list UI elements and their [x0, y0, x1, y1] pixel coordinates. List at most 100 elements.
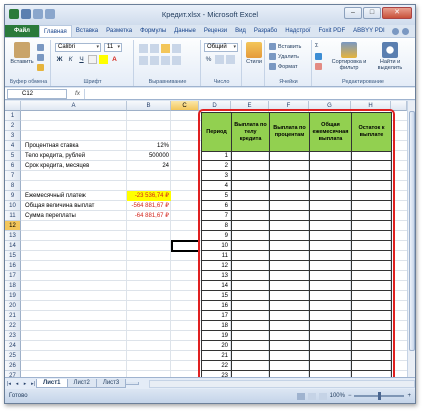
paste-button[interactable]: Вставить: [10, 42, 34, 65]
page-layout-icon[interactable]: [307, 392, 316, 400]
column-header-b[interactable]: B: [127, 101, 171, 111]
percent-button[interactable]: %: [204, 55, 213, 64]
tab-file[interactable]: Файл: [5, 25, 39, 37]
maximize-button[interactable]: □: [363, 7, 381, 19]
decrease-decimal-icon[interactable]: [226, 55, 235, 64]
row-header[interactable]: 12: [5, 221, 21, 231]
number-format-select[interactable]: Общий: [204, 43, 238, 52]
vertical-scrollbar[interactable]: [407, 101, 415, 377]
delete-cells-button[interactable]: Удалить: [269, 53, 299, 60]
row-header[interactable]: 7: [5, 171, 21, 181]
select-all-corner[interactable]: [5, 101, 21, 111]
row-header[interactable]: 26: [5, 361, 21, 371]
tab-home[interactable]: Главная: [38, 25, 72, 37]
help-icon[interactable]: [402, 27, 409, 35]
row-header[interactable]: 16: [5, 261, 21, 271]
row-header[interactable]: 6: [5, 161, 21, 171]
row-header[interactable]: 17: [5, 271, 21, 281]
horizontal-scrollbar[interactable]: [149, 379, 415, 388]
bold-button[interactable]: Ж: [55, 55, 64, 64]
font-size-select[interactable]: 11: [104, 43, 122, 52]
align-center-icon[interactable]: [150, 56, 159, 65]
align-top-icon[interactable]: [139, 44, 148, 53]
row-header[interactable]: 20: [5, 301, 21, 311]
collapse-ribbon-icon[interactable]: [392, 27, 399, 35]
align-bottom-icon[interactable]: [161, 44, 170, 53]
active-cell-c12[interactable]: [171, 240, 200, 252]
tab-addins[interactable]: Надстрої: [281, 25, 314, 37]
align-middle-icon[interactable]: [150, 44, 159, 53]
format-cells-button[interactable]: Формат: [269, 63, 298, 70]
insert-cells-button[interactable]: Вставить: [269, 43, 301, 50]
row-header[interactable]: 24: [5, 341, 21, 351]
increase-decimal-icon[interactable]: [215, 55, 224, 64]
row-header[interactable]: 23: [5, 331, 21, 341]
sheet-tab-1[interactable]: Лист1: [36, 379, 68, 388]
close-button[interactable]: ✕: [382, 7, 412, 19]
styles-button[interactable]: Стили: [244, 42, 264, 65]
cut-icon[interactable]: [37, 44, 44, 51]
tab-foxit[interactable]: Foxit PDF: [314, 25, 349, 37]
row-header[interactable]: 15: [5, 251, 21, 261]
tab-data[interactable]: Данные: [170, 25, 200, 37]
name-box[interactable]: C12: [7, 88, 67, 99]
row-header[interactable]: 2: [5, 121, 21, 131]
first-sheet-icon[interactable]: |◂: [5, 381, 13, 387]
copy-icon[interactable]: [37, 54, 44, 61]
zoom-in-icon[interactable]: +: [407, 393, 411, 399]
tab-review[interactable]: Рецензи: [200, 25, 231, 37]
sheet-tab-2[interactable]: Лист2: [66, 379, 97, 388]
minimize-button[interactable]: –: [344, 7, 362, 19]
row-header[interactable]: 3: [5, 131, 21, 141]
italic-button[interactable]: К: [66, 55, 75, 64]
format-painter-icon[interactable]: [37, 64, 44, 71]
align-right-icon[interactable]: [161, 56, 170, 65]
row-header[interactable]: 9: [5, 191, 21, 201]
row-header[interactable]: 11: [5, 211, 21, 221]
new-sheet-icon[interactable]: [125, 382, 140, 385]
prev-sheet-icon[interactable]: ◂: [13, 381, 21, 387]
tab-view[interactable]: Вид: [231, 25, 250, 37]
zoom-slider[interactable]: [354, 392, 405, 400]
tab-insert[interactable]: Вставка: [72, 25, 102, 37]
row-header[interactable]: 10: [5, 201, 21, 211]
column-header-a[interactable]: A: [21, 101, 127, 111]
tab-abbyy[interactable]: ABBYY PDI: [349, 25, 389, 37]
row-header[interactable]: 14: [5, 241, 21, 251]
sheet-tab-3[interactable]: Лист3: [95, 379, 127, 388]
zoom-level[interactable]: 100%: [330, 393, 345, 399]
row-header[interactable]: 13: [5, 231, 21, 241]
font-color-icon[interactable]: A: [110, 55, 119, 64]
underline-button[interactable]: Ч: [77, 55, 86, 64]
scroll-thumb[interactable]: [409, 111, 415, 351]
next-sheet-icon[interactable]: ▸: [21, 381, 29, 387]
formula-input[interactable]: [84, 88, 415, 99]
normal-view-icon[interactable]: [296, 392, 305, 400]
align-left-icon[interactable]: [139, 56, 148, 65]
tab-layout[interactable]: Разметка: [102, 25, 136, 37]
font-name-select[interactable]: Calibri: [55, 43, 101, 52]
zoom-out-icon[interactable]: −: [348, 393, 352, 399]
row-header[interactable]: 1: [5, 111, 21, 121]
clear-icon[interactable]: [315, 63, 322, 70]
find-select-button[interactable]: Найти и выделить: [371, 42, 409, 71]
row-header[interactable]: 22: [5, 321, 21, 331]
row-header[interactable]: 4: [5, 141, 21, 151]
wrap-text-icon[interactable]: [172, 44, 181, 53]
page-break-icon[interactable]: [318, 392, 327, 400]
tab-developer[interactable]: Разрабо: [250, 25, 281, 37]
fill-color-icon[interactable]: [99, 55, 108, 64]
fx-icon[interactable]: fx: [75, 90, 80, 97]
column-header-c[interactable]: C: [171, 101, 199, 111]
merge-cells-icon[interactable]: [172, 56, 181, 65]
borders-icon[interactable]: [88, 55, 97, 64]
tab-formulas[interactable]: Формулы: [136, 25, 170, 37]
sort-filter-button[interactable]: Сортировка и фильтр: [329, 42, 369, 71]
row-header[interactable]: 8: [5, 181, 21, 191]
row-header[interactable]: 21: [5, 311, 21, 321]
sum-button[interactable]: Σ: [315, 43, 318, 49]
row-header[interactable]: 19: [5, 291, 21, 301]
row-header[interactable]: 25: [5, 351, 21, 361]
worksheet-grid[interactable]: A B C D E F G H 1 2 3 4 5 6 7 8 9 10 11 12 13 14 15 16 1…: [5, 101, 407, 377]
fill-icon[interactable]: [315, 53, 322, 60]
